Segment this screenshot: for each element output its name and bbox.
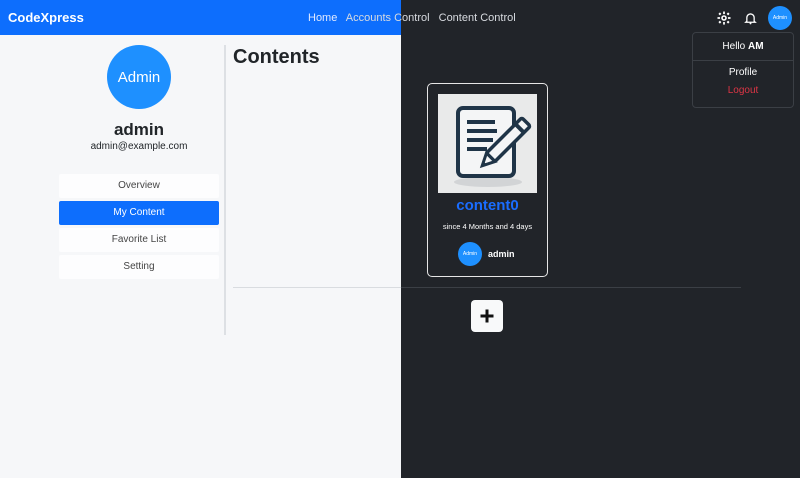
content-title-link[interactable]: content0 xyxy=(428,197,547,214)
profile-avatar: Admin xyxy=(107,45,171,109)
nav-links: Home Accounts Control Content Control xyxy=(308,12,522,24)
content-age: since 4 Months and 4 days xyxy=(442,222,533,231)
content-thumbnail xyxy=(438,94,537,193)
sidebar-item-my-content[interactable]: My Content xyxy=(59,201,219,225)
add-content-button[interactable] xyxy=(471,300,503,332)
sidebar-item-favorite-list[interactable]: Favorite List xyxy=(59,228,219,252)
sidebar-item-overview[interactable]: Overview xyxy=(59,174,219,198)
greeting-prefix: Hello xyxy=(722,41,746,52)
nav-link-accounts-control[interactable]: Accounts Control xyxy=(346,12,430,24)
bell-icon[interactable] xyxy=(742,10,758,26)
greeting-name: AM xyxy=(748,41,764,52)
sidebar-menu: Overview My Content Favorite List Settin… xyxy=(59,174,219,282)
dropdown-logout-link[interactable]: Logout xyxy=(693,85,793,96)
nav-link-content-control[interactable]: Content Control xyxy=(439,12,516,24)
dropdown-divider xyxy=(693,60,793,61)
content-card[interactable]: content0 since 4 Months and 4 days Admin… xyxy=(427,83,548,277)
user-avatar-button[interactable]: Admin xyxy=(768,6,792,30)
navbar: CodeXpress Home Accounts Control Content… xyxy=(0,0,800,35)
author-avatar[interactable]: Admin xyxy=(458,242,482,266)
sidebar-item-setting[interactable]: Setting xyxy=(59,255,219,279)
brand-logo[interactable]: CodeXpress xyxy=(8,10,84,25)
sidebar-divider xyxy=(224,45,226,335)
profile-email: admin@example.com xyxy=(90,141,188,152)
author-name[interactable]: admin xyxy=(488,249,515,259)
dropdown-greeting: Hello AM xyxy=(693,33,793,52)
nav-link-home[interactable]: Home xyxy=(308,12,337,24)
user-dropdown-menu: Hello AM Profile Logout xyxy=(692,32,794,108)
profile-name: admin xyxy=(113,120,165,139)
plus-icon xyxy=(480,309,494,323)
gear-icon[interactable] xyxy=(716,10,732,26)
dropdown-profile-link[interactable]: Profile xyxy=(693,67,793,78)
content-author: Admin admin xyxy=(458,242,515,266)
page-title: Contents xyxy=(233,46,320,68)
navbar-actions: Admin xyxy=(716,6,792,30)
content-divider xyxy=(233,287,741,288)
document-pencil-icon xyxy=(438,94,537,193)
